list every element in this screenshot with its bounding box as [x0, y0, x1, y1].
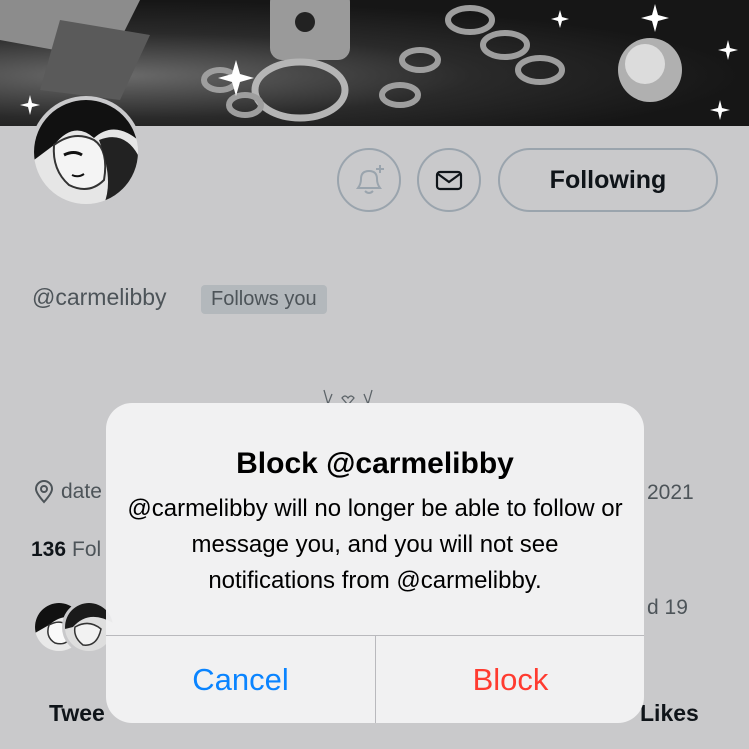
block-confirmation-dialog: Block @carmelibby @carmelibby will no lo…: [106, 403, 644, 723]
message-button[interactable]: [417, 148, 481, 212]
envelope-icon: [435, 170, 463, 191]
bell-plus-icon: [356, 165, 384, 194]
follows-you-badge: Follows you: [201, 285, 327, 314]
location-pin-icon: [34, 480, 54, 504]
dialog-title: Block @carmelibby: [236, 447, 514, 480]
notify-button[interactable]: [337, 148, 401, 212]
location-text: date: [61, 480, 102, 503]
followed-by-avatars[interactable]: [32, 600, 116, 656]
followed-by-text: d 19: [647, 596, 688, 619]
dialog-message: @carmelibby will no longer be able to fo…: [127, 495, 623, 594]
profile-handle: @carmelibby: [32, 284, 167, 310]
followers-label: Fol: [72, 538, 102, 561]
following-button[interactable]: Following: [498, 148, 718, 212]
followers-count: 136: [31, 538, 67, 561]
profile-avatar[interactable]: [30, 96, 142, 208]
profile-location: date: [33, 480, 102, 504]
followers-stat[interactable]: 136 Fol: [31, 538, 101, 562]
joined-date: 2021: [647, 481, 694, 504]
cancel-button[interactable]: Cancel: [106, 636, 375, 723]
block-button[interactable]: Block: [376, 636, 644, 723]
tab-tweets[interactable]: Twee: [49, 700, 105, 727]
tab-likes[interactable]: Likes: [640, 700, 699, 727]
